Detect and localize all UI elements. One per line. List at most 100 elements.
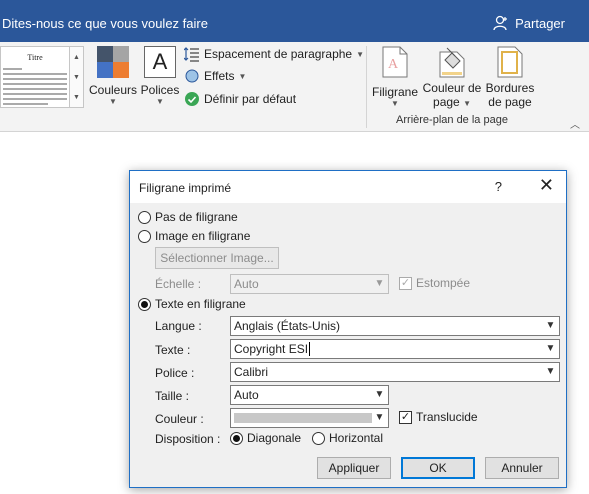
horizontal-option[interactable]: Horizontal	[312, 431, 383, 445]
title-bar: Dites-nous ce que vous voulez faire Part…	[0, 0, 589, 42]
tell-me-search[interactable]: Dites-nous ce que vous voulez faire	[2, 16, 208, 31]
colors-icon	[97, 46, 129, 78]
language-combo[interactable]: Anglais (États-Unis) ▼	[230, 316, 560, 336]
watermark-icon: A	[382, 46, 408, 78]
paragraph-spacing-icon	[184, 47, 199, 62]
chevron-down-icon[interactable]: ▼	[542, 340, 559, 358]
paint-bucket-icon	[439, 47, 465, 78]
page-background-group-label: Arrière-plan de la page	[396, 114, 508, 126]
fonts-icon: A	[144, 46, 176, 78]
scale-combo[interactable]: Auto ▼	[230, 274, 389, 294]
gallery-more-icon[interactable]: ▼	[73, 94, 80, 101]
chevron-down-icon[interactable]: ▼	[371, 275, 388, 293]
diagonal-option[interactable]: Diagonale	[230, 431, 301, 445]
size-value: Auto	[234, 388, 259, 402]
no-watermark-option[interactable]: Pas de filigrane	[138, 210, 238, 224]
color-swatch	[234, 413, 372, 423]
page-borders-button[interactable]: Bordures de page	[485, 46, 535, 109]
gallery-up-icon[interactable]: ▲	[73, 54, 80, 61]
effects-button[interactable]: Effets ▼	[184, 68, 246, 84]
size-label: Taille :	[155, 389, 190, 403]
select-picture-button[interactable]: Sélectionner Image...	[155, 247, 279, 269]
chevron-down-icon: ▼	[463, 99, 471, 108]
semitransparent-checkbox[interactable]: ✓	[399, 410, 412, 424]
apply-button[interactable]: Appliquer	[317, 457, 391, 479]
share-label: Partager	[515, 15, 565, 31]
person-icon	[493, 15, 508, 31]
gallery-down-icon[interactable]: ▼	[73, 74, 80, 81]
colors-button[interactable]: Couleurs ▼	[88, 46, 138, 106]
horizontal-label: Horizontal	[329, 431, 384, 445]
gallery-title: Titre	[27, 53, 43, 62]
help-button[interactable]: ?	[495, 179, 502, 194]
radio-diagonal[interactable]	[230, 431, 243, 445]
chevron-down-icon[interactable]: ▼	[371, 409, 388, 427]
ribbon: Titre ▲ ▼ ▼ Couleurs ▼ A Polices ▼ Espac…	[0, 42, 589, 132]
text-label: Texte :	[155, 343, 191, 357]
fonts-label: Polices	[140, 83, 180, 97]
washout-option[interactable]: ✓ Estompée	[399, 276, 470, 290]
page-color-label-1: Couleur de	[422, 81, 482, 95]
dialog-title-bar: Filigrane imprimé ? ✕	[130, 171, 566, 203]
semitransparent-option[interactable]: ✓ Translucide	[399, 410, 478, 424]
collapse-ribbon-icon[interactable]: ︿	[570, 116, 580, 131]
picture-watermark-label: Image en filigrane	[155, 229, 251, 243]
size-combo[interactable]: Auto ▼	[230, 385, 389, 405]
gallery-scrollbar[interactable]: ▲ ▼ ▼	[70, 46, 84, 108]
colors-label: Couleurs	[88, 83, 138, 97]
page-borders-label-1: Bordures	[485, 81, 535, 95]
text-watermark-option[interactable]: Texte en filigrane	[138, 297, 246, 311]
effects-icon	[185, 69, 199, 83]
chevron-down-icon: ▼	[156, 97, 164, 106]
font-label: Police :	[155, 366, 195, 380]
page-color-label-2-text: page	[433, 95, 460, 109]
page-color-button[interactable]: Couleur de page ▼	[421, 46, 483, 109]
scale-label: Échelle :	[155, 277, 202, 291]
dialog-title: Filigrane imprimé	[139, 181, 232, 195]
picture-watermark-option[interactable]: Image en filigrane	[138, 229, 250, 243]
chevron-down-icon: ▼	[356, 49, 365, 59]
fonts-button[interactable]: A Polices ▼	[140, 46, 180, 106]
radio-no-watermark[interactable]	[138, 210, 151, 224]
chevron-down-icon[interactable]: ▼	[542, 317, 559, 335]
svg-text:A: A	[388, 57, 399, 72]
close-icon[interactable]: ✕	[539, 176, 554, 194]
no-watermark-label: Pas de filigrane	[155, 210, 238, 224]
scale-value: Auto	[234, 277, 259, 291]
share-button[interactable]: Partager	[493, 15, 565, 31]
ok-button[interactable]: OK	[401, 457, 475, 479]
washout-label: Estompée	[416, 276, 471, 290]
page-borders-icon	[497, 46, 523, 78]
chevron-down-icon: ▼	[109, 97, 117, 106]
ribbon-divider	[366, 46, 367, 128]
watermark-dialog: Filigrane imprimé ? ✕ Pas de filigrane I…	[129, 170, 567, 488]
checkmark-icon	[185, 92, 199, 106]
gallery-preview-lines	[3, 68, 67, 105]
chevron-down-icon[interactable]: ▼	[542, 363, 559, 381]
font-combo[interactable]: Calibri ▼	[230, 362, 560, 382]
chevron-down-icon: ▼	[238, 71, 247, 81]
set-default-label: Définir par défaut	[204, 92, 297, 106]
paragraph-spacing-button[interactable]: Espacement de paragraphe ▼	[184, 46, 364, 62]
effects-label: Effets	[204, 69, 235, 83]
cancel-button[interactable]: Annuler	[485, 457, 559, 479]
layout-label: Disposition :	[155, 432, 221, 446]
diagonal-label: Diagonale	[247, 431, 302, 445]
color-label: Couleur :	[155, 412, 204, 426]
radio-picture-watermark[interactable]	[138, 229, 151, 243]
watermark-button[interactable]: A Filigrane ▼	[370, 46, 420, 108]
chevron-down-icon: ▼	[391, 99, 399, 108]
page-borders-label-2: de page	[488, 95, 532, 109]
style-set-gallery[interactable]: Titre	[0, 46, 70, 108]
radio-text-watermark[interactable]	[138, 297, 151, 311]
washout-checkbox[interactable]: ✓	[399, 276, 412, 290]
chevron-down-icon[interactable]: ▼	[371, 386, 388, 404]
text-watermark-label: Texte en filigrane	[155, 297, 246, 311]
color-combo[interactable]: ▼	[230, 408, 389, 428]
radio-horizontal[interactable]	[312, 431, 325, 445]
language-label: Langue :	[155, 319, 202, 333]
text-combo[interactable]: Copyright ESI ▼	[230, 339, 560, 359]
page-color-label-2: page ▼	[421, 95, 483, 109]
set-default-button[interactable]: Définir par défaut	[184, 91, 296, 107]
semitransparent-label: Translucide	[416, 410, 478, 424]
